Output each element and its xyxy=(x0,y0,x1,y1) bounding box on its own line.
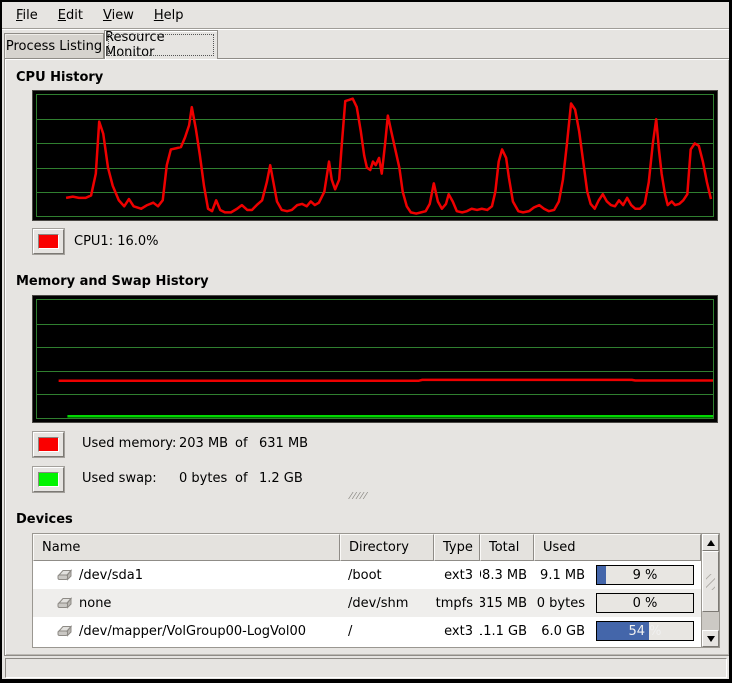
cpu1-color-swatch-button[interactable] xyxy=(33,229,64,254)
scrollbar-trough[interactable] xyxy=(702,612,719,630)
column-header-used[interactable]: Used xyxy=(534,534,701,561)
table-row[interactable]: /dev/sda1/bootext398.3 MB 9.1 MB 9 % xyxy=(33,561,701,589)
device-used-cell: 9.1 MB 9 % xyxy=(534,561,701,589)
menu-file[interactable]: File xyxy=(6,4,48,27)
menu-edit[interactable]: Edit xyxy=(48,4,93,27)
device-used: 0 bytes xyxy=(537,596,585,611)
swap-legend-label: Used swap: xyxy=(82,471,179,486)
device-used: 9.1 MB xyxy=(540,568,585,583)
device-directory: /dev/shm xyxy=(340,589,434,617)
usage-progressbar: 9 % xyxy=(596,565,694,585)
tab-resource-monitor[interactable]: Resource Monitor xyxy=(104,30,218,59)
column-header-type[interactable]: Type xyxy=(434,534,480,561)
device-name: /dev/sda1 xyxy=(79,568,143,583)
devices-table-body: /dev/sda1/bootext398.3 MB 9.1 MB 9 % none/d… xyxy=(33,561,701,647)
devices-table-header: Name Directory Type Total Used xyxy=(33,534,701,561)
swap-of-text: of xyxy=(235,471,259,486)
device-directory: / xyxy=(340,617,434,645)
usage-percent-label: 0 % xyxy=(597,594,693,612)
device-name-cell: /dev/sda1 xyxy=(33,561,340,589)
menu-help[interactable]: Help xyxy=(144,4,194,27)
memory-used-value: 203 MB xyxy=(179,436,235,451)
cpu-history-title: CPU History xyxy=(16,70,103,85)
swap-legend-row: Used swap: 0 bytes of 1.2 GB xyxy=(82,471,402,486)
device-total: 11.1 GB xyxy=(480,617,534,645)
memory-color-swatch xyxy=(38,437,59,452)
down-arrow-icon xyxy=(707,636,715,642)
usage-progressbar: 0 % xyxy=(596,593,694,613)
status-bar xyxy=(5,658,727,678)
memory-total-value: 631 MB xyxy=(259,436,308,451)
scrollbar-thumb[interactable] xyxy=(702,551,719,612)
device-name: /dev/mapper/VolGroup00-LogVol00 xyxy=(79,624,306,639)
cpu1-legend-label: CPU1: 16.0% xyxy=(74,234,159,249)
swap-used-value: 0 bytes xyxy=(179,471,235,486)
cpu1-color-swatch xyxy=(38,234,59,249)
usage-percent-label: 54 % xyxy=(597,622,693,640)
devices-scrollbar[interactable] xyxy=(701,534,719,647)
swap-color-swatch-button[interactable] xyxy=(33,467,64,492)
device-name-cell: none xyxy=(33,589,340,617)
table-row[interactable]: none/dev/shmtmpfs315 MB0 bytes 0 % xyxy=(33,589,701,617)
scrollbar-down-button[interactable] xyxy=(702,630,719,647)
table-row[interactable]: /dev/mapper/VolGroup00-LogVol00 /ext311.1… xyxy=(33,617,701,645)
memory-of-text: of xyxy=(235,436,259,451)
usage-progressbar: 54 % xyxy=(596,621,694,641)
device-used: 6.0 GB xyxy=(541,624,585,639)
device-total: 315 MB xyxy=(480,589,534,617)
device-directory: /boot xyxy=(340,561,434,589)
menu-view[interactable]: View xyxy=(93,4,144,27)
disk-icon xyxy=(55,596,73,610)
scrollbar-up-button[interactable] xyxy=(702,534,719,551)
memory-legend-label: Used memory: xyxy=(82,436,179,451)
tab-process-listing[interactable]: Process Listing xyxy=(4,33,104,59)
devices-title: Devices xyxy=(16,512,73,527)
device-type: ext3 xyxy=(434,617,480,645)
memory-color-swatch-button[interactable] xyxy=(33,432,64,457)
device-type: ext3 xyxy=(434,561,480,589)
swap-color-swatch xyxy=(38,472,59,487)
device-used-cell: 6.0 GB 54 % xyxy=(534,617,701,645)
column-header-directory[interactable]: Directory xyxy=(340,534,434,561)
column-header-name[interactable]: Name xyxy=(33,534,340,561)
device-total: 98.3 MB xyxy=(480,561,534,589)
system-monitor-window: FileEditViewHelp Process Listing Resourc… xyxy=(0,0,732,683)
column-header-total[interactable]: Total xyxy=(480,534,534,561)
cpu-usage-line xyxy=(37,95,713,216)
up-arrow-icon xyxy=(707,540,715,546)
memory-swap-lines xyxy=(37,300,713,418)
disk-icon xyxy=(55,624,73,638)
tab-bar: Process Listing Resource Monitor xyxy=(2,30,729,58)
device-name-cell: /dev/mapper/VolGroup00-LogVol00 xyxy=(33,617,340,645)
device-used-cell: 0 bytes 0 % xyxy=(534,589,701,617)
memory-history-title: Memory and Swap History xyxy=(16,274,209,289)
memory-legend-row: Used memory: 203 MB of 631 MB xyxy=(82,436,402,451)
memory-swap-graph xyxy=(32,295,718,423)
device-name: none xyxy=(79,596,111,611)
cpu-history-graph xyxy=(32,90,718,221)
pane-resize-grip[interactable]: ⁄⁄⁄⁄⁄ xyxy=(350,492,368,502)
devices-table: Name Directory Type Total Used /dev/sda1… xyxy=(32,533,720,648)
usage-percent-label: 9 % xyxy=(597,566,693,584)
swap-total-value: 1.2 GB xyxy=(259,471,303,486)
device-type: tmpfs xyxy=(434,589,480,617)
disk-icon xyxy=(55,568,73,582)
menubar: FileEditViewHelp xyxy=(2,2,729,29)
